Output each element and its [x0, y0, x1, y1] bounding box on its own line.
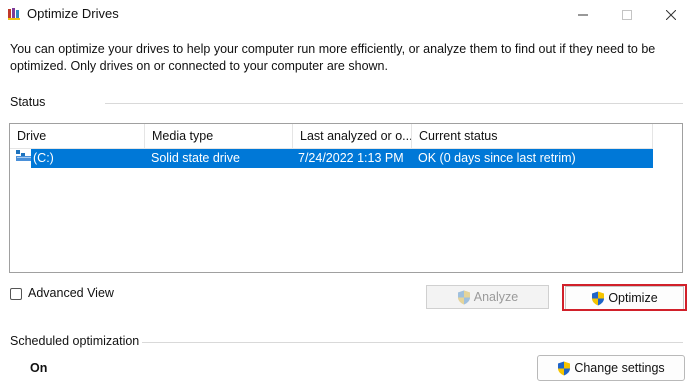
- drive-cell: (C:): [33, 151, 54, 165]
- description-text: You can optimize your drives to help you…: [10, 42, 656, 73]
- drive-list[interactable]: Drive Media type Last analyzed or o... C…: [9, 123, 683, 273]
- minimize-icon: [578, 14, 588, 16]
- uac-shield-icon: [457, 290, 470, 304]
- column-header-media-type[interactable]: Media type: [145, 124, 293, 148]
- table-row[interactable]: (C:) Solid state drive 7/24/2022 1:13 PM…: [31, 149, 653, 168]
- advanced-view-label[interactable]: Advanced View: [28, 286, 114, 300]
- title-bar: Optimize Drives: [0, 0, 692, 30]
- close-button[interactable]: [648, 0, 692, 30]
- advanced-view-checkbox[interactable]: [10, 288, 22, 300]
- analyze-button[interactable]: Analyze: [426, 285, 549, 309]
- scheduled-status: On: [30, 361, 48, 375]
- column-header-last-analyzed[interactable]: Last analyzed or o...: [293, 124, 412, 148]
- status-section-label: Status: [10, 95, 46, 109]
- analyze-label: Analyze: [473, 290, 519, 304]
- change-settings-label: Change settings: [574, 361, 665, 375]
- defrag-app-icon: [8, 8, 20, 20]
- maximize-icon: [622, 10, 632, 20]
- status-divider: [105, 103, 683, 104]
- scheduled-optimization-label: Scheduled optimization: [10, 334, 140, 348]
- list-header: Drive Media type Last analyzed or o... C…: [10, 124, 653, 149]
- window-title: Optimize Drives: [27, 6, 119, 21]
- optimize-highlight-box: [562, 284, 687, 311]
- change-settings-button[interactable]: Change settings: [537, 355, 685, 381]
- column-header-current-status[interactable]: Current status: [412, 124, 653, 148]
- last-analyzed-cell: 7/24/2022 1:13 PM: [298, 151, 404, 165]
- column-header-drive[interactable]: Drive: [10, 124, 145, 148]
- current-status-cell: OK (0 days since last retrim): [418, 151, 576, 165]
- minimize-button[interactable]: [560, 0, 606, 30]
- drive-icon: [16, 150, 32, 161]
- media-type-cell: Solid state drive: [151, 151, 240, 165]
- maximize-button[interactable]: [604, 0, 650, 30]
- uac-shield-icon: [558, 361, 571, 375]
- scheduled-divider: [142, 342, 683, 343]
- close-icon: [666, 10, 676, 20]
